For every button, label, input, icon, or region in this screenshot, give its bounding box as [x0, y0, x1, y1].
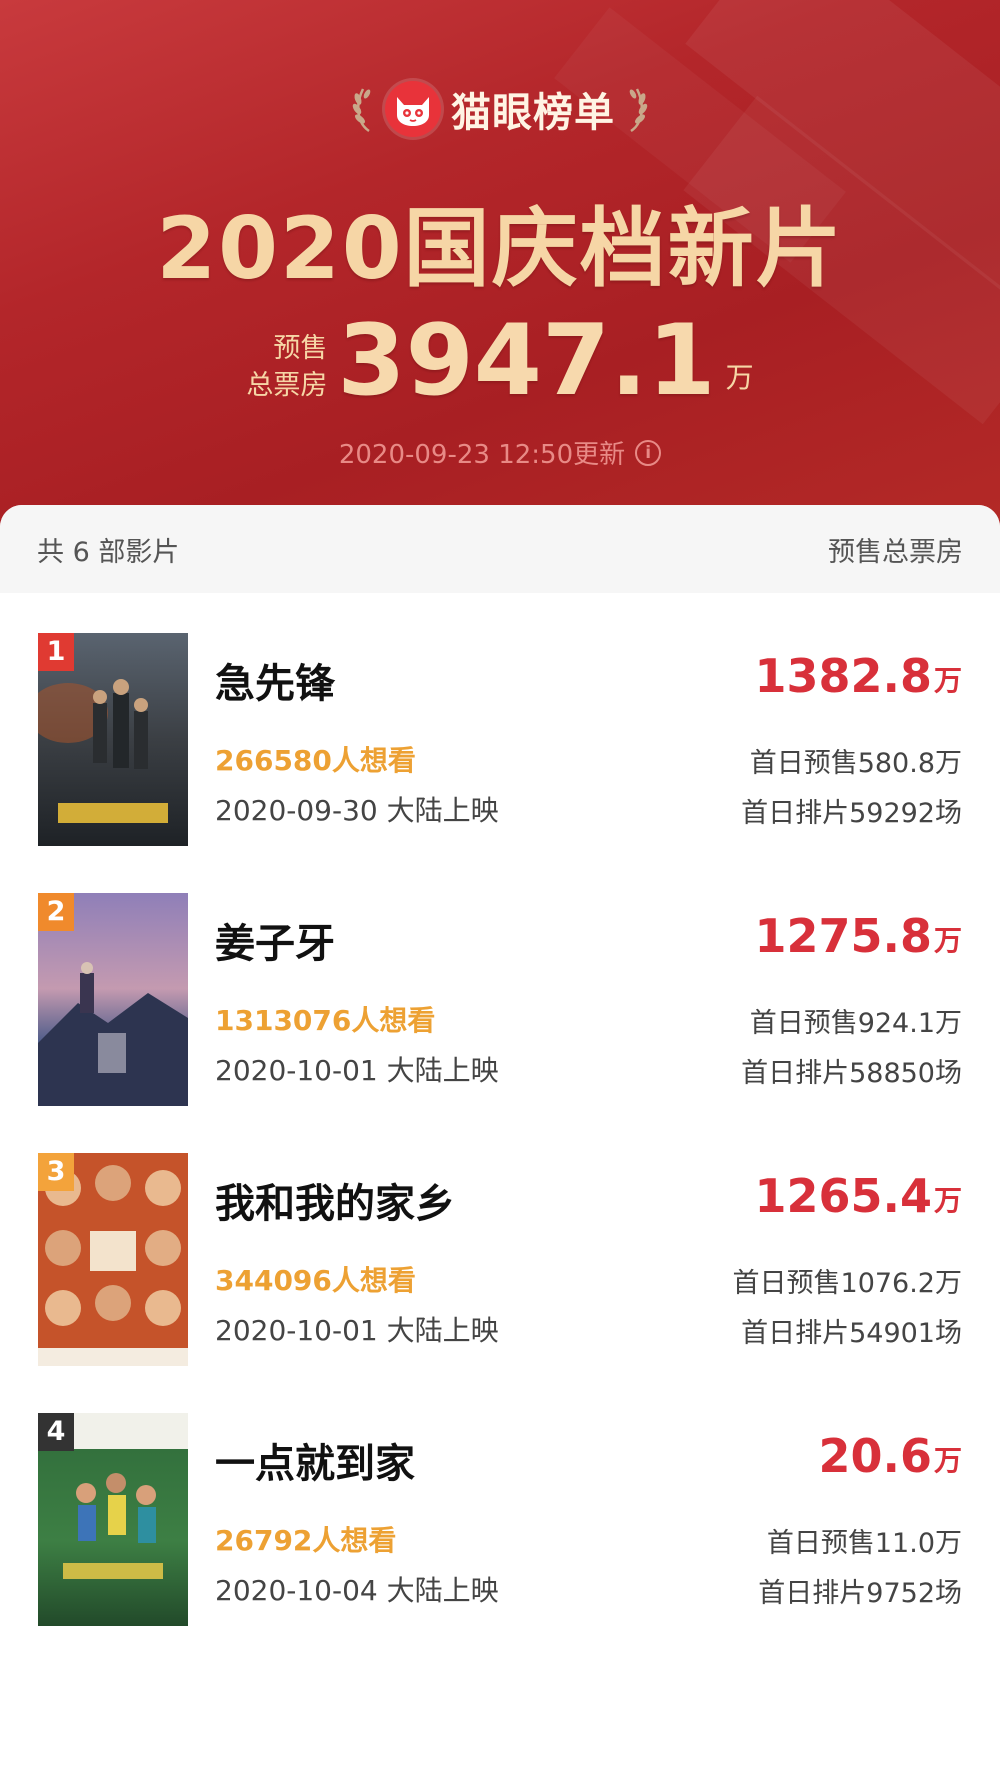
movie-item[interactable]: 1 急先锋 266580人想看 2020-09-30 大陆上映 1382.8 万…	[0, 633, 1000, 848]
total-label-line1: 预售	[273, 333, 328, 364]
movie-poster[interactable]: 2	[38, 893, 188, 1106]
first-day-presale: 首日预售11.0万	[766, 1528, 962, 1559]
box-office-value: 20.6	[818, 1429, 932, 1483]
rank-badge: 4	[38, 1413, 74, 1451]
first-day-presale: 首日预售580.8万	[749, 748, 962, 779]
movie-want-count: 1313076人想看	[215, 1004, 436, 1037]
page-title: 2020国庆档新片	[156, 199, 844, 299]
page: 猫眼榜单 2020国庆档新片 预售 总票房 3947.1 万 2020-09-2…	[0, 0, 1000, 1781]
box-office-value: 1382.8	[754, 649, 932, 703]
movie-want-count: 344096人想看	[215, 1264, 416, 1297]
movie-box-office: 20.6 万	[818, 1431, 962, 1481]
maoyan-logo-icon	[385, 81, 441, 137]
movie-want-count: 266580人想看	[215, 744, 416, 777]
rank-badge: 3	[38, 1153, 74, 1191]
total-value: 3947.1	[337, 304, 716, 418]
movie-poster[interactable]: 4	[38, 1413, 188, 1626]
box-office-unit: 万	[933, 1184, 962, 1217]
laurel-left-icon	[352, 88, 371, 133]
movie-poster[interactable]: 1	[38, 633, 188, 846]
update-time: 2020-09-23 12:50更新 i	[0, 434, 1000, 471]
first-day-shows: 首日排片54901场	[741, 1318, 962, 1349]
movie-box-office: 1382.8 万	[754, 651, 962, 701]
first-day-presale: 首日预售924.1万	[749, 1008, 962, 1039]
movie-item[interactable]: 4 一点就到家 26792人想看 2020-10-04 大陆上映 20.6 万 …	[0, 1413, 1000, 1628]
movie-title[interactable]: 一点就到家	[215, 1431, 415, 1489]
total-label: 预售 总票房	[246, 330, 327, 410]
first-day-shows: 首日排片58850场	[741, 1058, 962, 1089]
first-day-shows: 首日排片9752场	[758, 1578, 962, 1609]
movie-item[interactable]: 2 姜子牙 1313076人想看 2020-10-01 大陆上映 1275.8 …	[0, 893, 1000, 1108]
update-text: 2020-09-23 12:50更新	[338, 440, 626, 470]
box-office-unit: 万	[933, 664, 962, 697]
movie-count: 共 6 部影片	[37, 536, 180, 568]
movie-release-date: 2020-10-01 大陆上映	[215, 1314, 499, 1347]
total-unit: 万	[725, 361, 754, 394]
box-office-unit: 万	[933, 1444, 962, 1477]
movie-poster[interactable]: 3	[38, 1153, 188, 1366]
total-label-line2: 总票房	[246, 370, 328, 401]
movie-want-count: 26792人想看	[215, 1524, 397, 1557]
rank-badge: 2	[38, 893, 74, 931]
brand: 猫眼榜单	[0, 80, 1000, 138]
laurel-right-icon	[629, 88, 648, 133]
movie-title[interactable]: 姜子牙	[215, 911, 335, 969]
movie-release-date: 2020-10-01 大陆上映	[215, 1054, 499, 1087]
box-office-value: 1265.4	[754, 1169, 932, 1223]
column-title: 预售总票房	[828, 536, 963, 568]
movie-release-date: 2020-10-04 大陆上映	[215, 1574, 499, 1607]
movie-box-office: 1275.8 万	[754, 911, 962, 961]
rank-badge: 1	[38, 633, 74, 671]
header-banner: 猫眼榜单 2020国庆档新片 预售 总票房 3947.1 万 2020-09-2…	[0, 0, 1000, 540]
movie-item[interactable]: 3 我和我的家乡 344096人想看 2020-10-01 大陆上映 1265.…	[0, 1153, 1000, 1368]
first-day-shows: 首日排片59292场	[741, 798, 962, 829]
list-header: 共 6 部影片 预售总票房	[0, 505, 1000, 593]
movie-box-office: 1265.4 万	[754, 1171, 962, 1221]
box-office-unit: 万	[933, 924, 962, 957]
first-day-presale: 首日预售1076.2万	[732, 1268, 962, 1299]
info-icon[interactable]: i	[635, 439, 662, 466]
box-office-value: 1275.8	[754, 909, 932, 963]
movie-release-date: 2020-09-30 大陆上映	[215, 794, 499, 827]
total-box-office: 预售 总票房 3947.1 万	[0, 312, 1000, 410]
movie-title[interactable]: 我和我的家乡	[215, 1171, 455, 1229]
brand-name: 猫眼榜单	[451, 90, 615, 136]
movie-title[interactable]: 急先锋	[215, 651, 335, 709]
movie-list-card: 共 6 部影片 预售总票房 1 急先锋 266580人想看 2020-09-30…	[0, 505, 1000, 1781]
